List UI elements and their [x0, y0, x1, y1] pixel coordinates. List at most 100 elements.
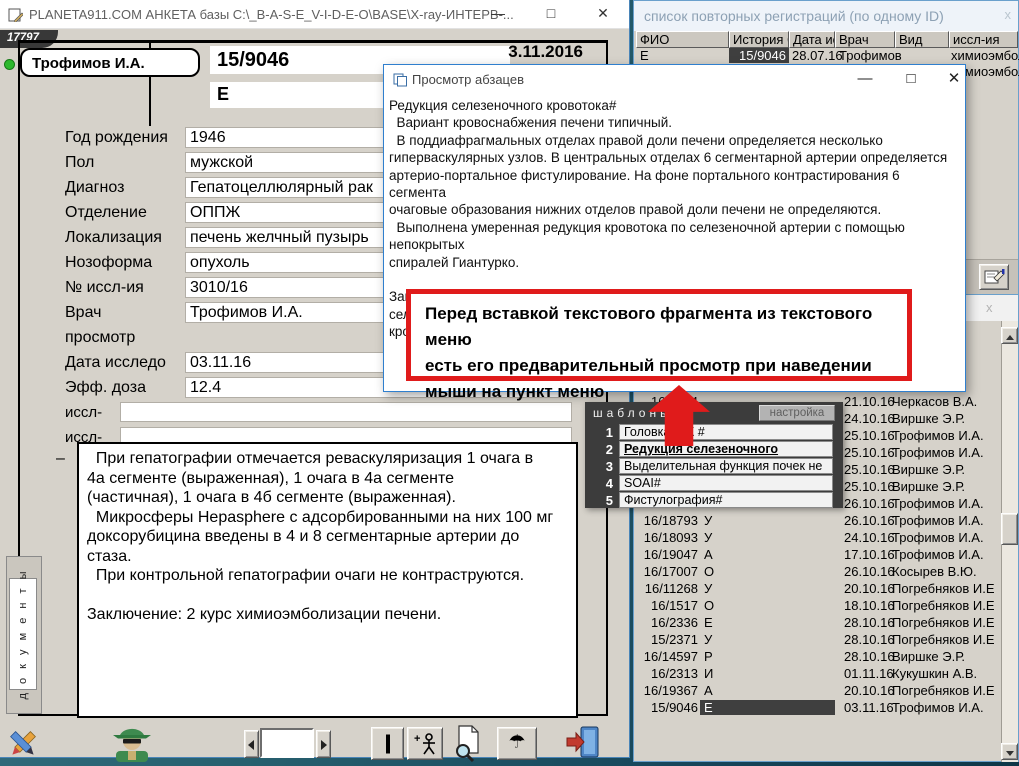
cell-date: 28.10.16: [844, 649, 895, 664]
record-prev-button[interactable]: [244, 730, 259, 758]
exit-door-icon[interactable]: [565, 725, 601, 759]
cell-date: 26.10.16: [844, 513, 895, 528]
cell-date: 26.10.16: [844, 496, 895, 511]
preview-window: Просмотр абзацев — □ ✕ Редукция селезено…: [383, 64, 966, 392]
field-label: Диагноз: [65, 179, 124, 197]
cell-doctor: Трофимов: [839, 48, 902, 63]
up-arrow-icon: [1006, 335, 1014, 340]
screen: PLANETA911.COM АНКЕТА базы C:\_B-A-S-E_V…: [0, 0, 1019, 766]
cell-doctor: Трофимов И.А.: [892, 445, 998, 460]
record-next-button[interactable]: [316, 730, 331, 758]
cell-doctor: Виршке Э.Р.: [892, 479, 998, 494]
maximize-button[interactable]: □: [534, 0, 568, 26]
list-item[interactable]: 16/18793 У 26.10.16 Трофимов И.А.: [634, 513, 1000, 530]
list-item[interactable]: 16/1517 О 18.10.16 Погребняков И.Е: [634, 598, 1000, 615]
umbrella-button[interactable]: ☂: [497, 727, 537, 760]
cell-doctor: Виршке Э.Р.: [892, 462, 998, 477]
list-item[interactable]: 16/11268 У 20.10.16 Погребняков И.Е: [634, 581, 1000, 598]
field-input[interactable]: [120, 402, 572, 422]
registrations-titlebar: список повторных регистраций (по одному …: [634, 1, 1018, 31]
minimize-button[interactable]: —: [848, 67, 882, 91]
list-item[interactable]: 15/9046 Е 03.11.16 Трофимов И.А.: [634, 700, 1000, 717]
field-label: Пол: [65, 154, 94, 172]
cell-doctor: Кукушкин А.В.: [892, 666, 998, 681]
cell-date: 24.10.16: [844, 530, 895, 545]
cell-study-number: 16/11268: [636, 581, 698, 596]
column-header[interactable]: Дата ис: [789, 31, 835, 48]
menu-item[interactable]: 2 Редукция селезеночного: [585, 441, 843, 458]
edit-pencils-icon[interactable]: [6, 728, 40, 760]
documents-tab[interactable]: д о к у м е н т ы: [9, 578, 37, 690]
cell-doctor: Погребняков И.Е: [892, 615, 998, 630]
record-number-box[interactable]: [260, 728, 314, 758]
cell-doctor: Трофимов И.А.: [892, 513, 998, 528]
list-item[interactable]: 16/2313 И 01.11.16 Кукушкин А.В.: [634, 666, 1000, 683]
cell-date: 25.10.16: [844, 428, 895, 443]
studies-close-button[interactable]: x: [986, 300, 993, 315]
column-header[interactable]: иссл-ия: [949, 31, 1018, 48]
cursor-bar-button[interactable]: [371, 727, 404, 760]
list-item[interactable]: 16/19047 А 17.10.16 Трофимов И.А.: [634, 547, 1000, 564]
minimize-button[interactable]: —: [481, 0, 515, 26]
cell-study-number: 16/19047: [636, 547, 698, 562]
main-titlebar: PLANETA911.COM АНКЕТА базы C:\_B-A-S-E_V…: [0, 0, 629, 29]
column-header[interactable]: ФИО: [636, 31, 729, 48]
umbrella-icon: ☂: [498, 728, 536, 757]
cell-letter: А: [700, 683, 835, 698]
record-date: 3.11.2016: [420, 42, 583, 62]
cell-doctor: Трофимов И.А.: [892, 530, 998, 545]
field-label: Нозоформа: [65, 254, 152, 272]
registrations-close-button[interactable]: x: [1005, 7, 1012, 22]
cell-date: 24.10.16: [844, 411, 895, 426]
menu-item-label: Выделительная функция почек не: [619, 458, 833, 474]
scroll-down-button[interactable]: [1001, 743, 1018, 760]
cell-letter: У: [700, 530, 835, 545]
bar-icon: [386, 734, 390, 753]
list-item[interactable]: 16/14597 Р 28.10.16 Виршке Э.Р.: [634, 649, 1000, 666]
report-dash: –: [56, 450, 65, 468]
cell-doctor: Черкасов В.А.: [892, 394, 998, 409]
cell-date: 01.11.16: [844, 666, 894, 681]
doc-search-icon[interactable]: [452, 724, 484, 762]
close-button[interactable]: ✕: [937, 67, 971, 91]
list-item[interactable]: 16/2336 Е 28.10.16 Погребняков И.Е: [634, 615, 1000, 632]
app-icon: [8, 7, 23, 22]
cell-letter: А: [700, 547, 835, 562]
column-header[interactable]: Врач: [835, 31, 895, 48]
cell-study-number: 16/18793: [636, 513, 698, 528]
cell-letter: У: [700, 513, 835, 528]
menu-item[interactable]: 5 Фистулография#: [585, 492, 843, 509]
field-label: Дата исследо: [65, 354, 166, 372]
settings-button[interactable]: настройка: [759, 405, 835, 421]
list-item[interactable]: 16/19367 А 20.10.16 Погребняков И.Е: [634, 683, 1000, 700]
table-row[interactable]: Е 15/9046 28.07.16 Трофимов химиоэмбол: [634, 48, 1018, 64]
close-button[interactable]: ✕: [586, 0, 620, 26]
report-textarea[interactable]: При гепатографии отмечается реваскуляриз…: [77, 442, 578, 718]
field-label: Отделение: [65, 204, 147, 222]
maximize-button[interactable]: □: [894, 67, 928, 91]
list-item[interactable]: 16/17007 О 26.10.16 Косырев В.Ю.: [634, 564, 1000, 581]
detective-icon[interactable]: [111, 724, 153, 762]
cell-doctor: Трофимов И.А.: [892, 496, 998, 511]
templates-items: 1 Головка ПЖ # 2 Редукция селезеночного …: [585, 424, 843, 509]
menu-item[interactable]: 3 Выделительная функция почек не: [585, 458, 843, 475]
menu-item[interactable]: 1 Головка ПЖ #: [585, 424, 843, 441]
add-person-button[interactable]: +: [407, 727, 443, 760]
cell-letter: И: [700, 666, 835, 681]
menu-item-number: 2: [585, 442, 613, 457]
column-header[interactable]: Вид: [895, 31, 949, 48]
column-header[interactable]: История б: [729, 31, 789, 48]
menu-item-number: 1: [585, 425, 613, 440]
list-item[interactable]: 16/18093 У 24.10.16 Трофимов И.А.: [634, 530, 1000, 547]
cell-date: 03.11.16: [844, 700, 894, 715]
edit-note-button[interactable]: [979, 264, 1009, 290]
patient-name-button[interactable]: Трофимов И.А.: [20, 48, 200, 77]
scroll-up-button[interactable]: [1001, 327, 1018, 344]
cell-doctor: Трофимов И.А.: [892, 428, 998, 443]
scrollbar-thumb[interactable]: [1001, 513, 1018, 545]
cell-doctor: Виршке Э.Р.: [892, 411, 998, 426]
list-item[interactable]: 15/2371 У 28.10.16 Погребняков И.Е: [634, 632, 1000, 649]
menu-item[interactable]: 4 SOAI#: [585, 475, 843, 492]
cell-letter: О: [700, 598, 835, 613]
cell-study-number: 15/2371: [636, 632, 698, 647]
